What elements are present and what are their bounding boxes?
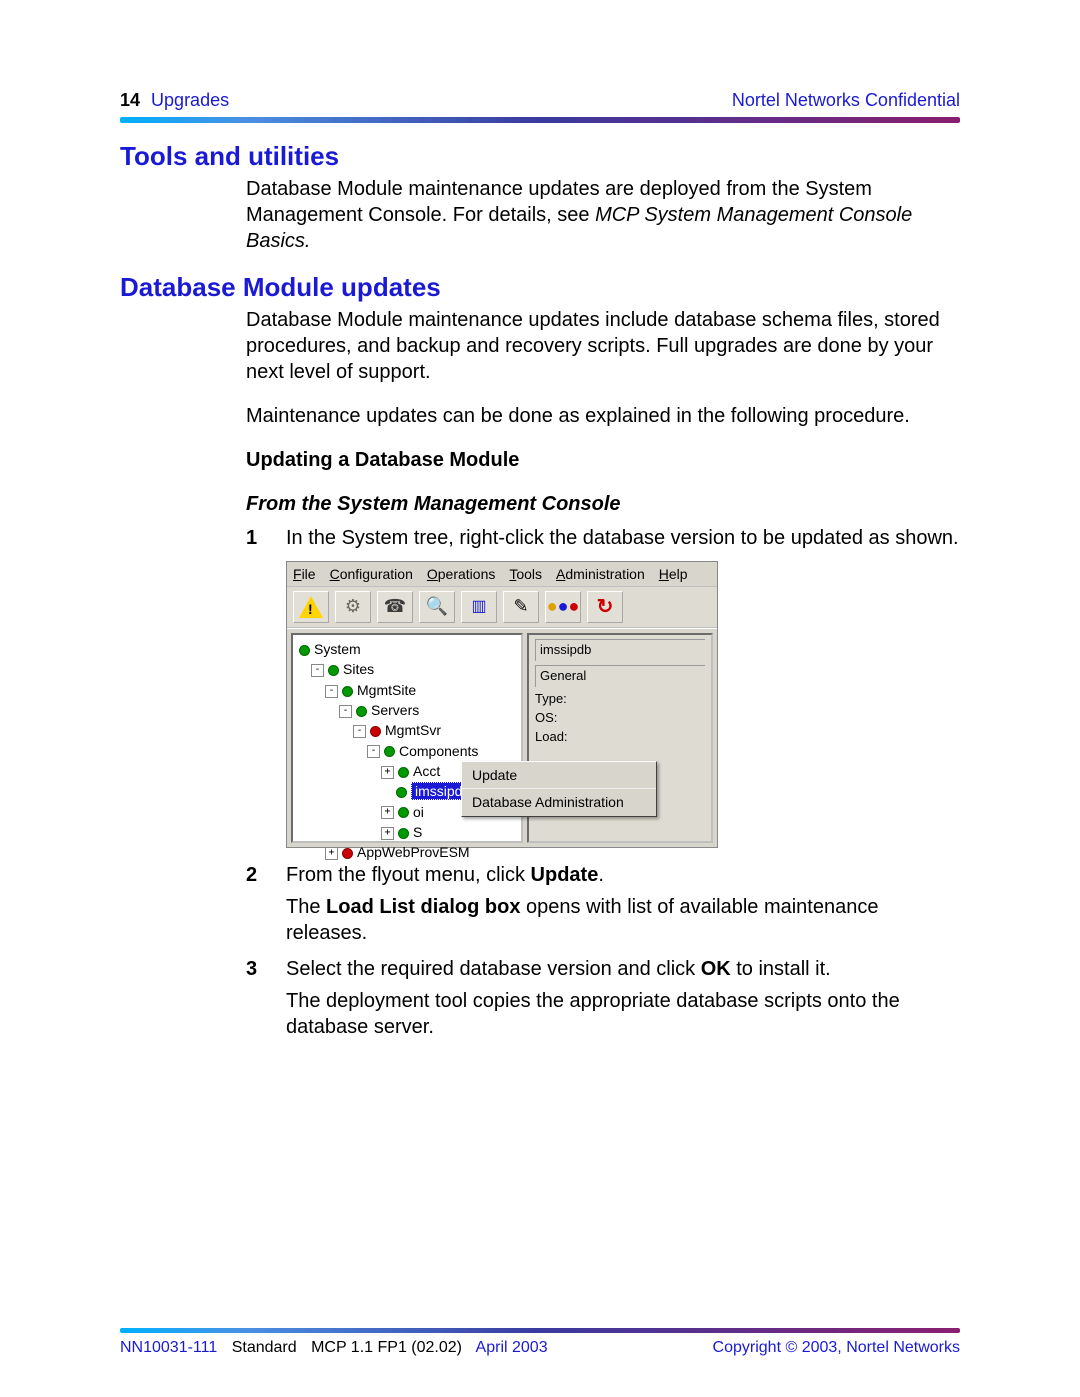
toolbar-network-icon[interactable]: ⚙ — [335, 591, 371, 623]
context-menu-dbadmin[interactable]: Database Administration — [462, 788, 656, 815]
status-icon — [299, 645, 310, 656]
toolbar-stats-icon[interactable]: ▥ — [461, 591, 497, 623]
subheading-from-console: From the System Management Console — [246, 491, 960, 517]
menu-help[interactable]: Help — [659, 565, 688, 583]
context-menu: Update Database Administration — [461, 761, 657, 817]
collapse-icon[interactable]: - — [367, 745, 380, 758]
collapse-icon[interactable]: - — [311, 664, 324, 677]
network-icon: ⚙ — [345, 595, 361, 618]
collapse-icon[interactable]: - — [339, 705, 352, 718]
collapse-icon[interactable]: - — [353, 725, 366, 738]
collapse-icon[interactable]: - — [325, 685, 338, 698]
search-icon: 🔍 — [426, 595, 448, 618]
refresh-icon: ↻ — [597, 594, 614, 620]
screenshot-console: File Configuration Operations Tools Admi… — [286, 561, 718, 848]
people-icon: ●●● — [547, 595, 580, 618]
menu-administration[interactable]: Administration — [556, 565, 645, 583]
footer-class: Standard — [232, 1339, 297, 1356]
tree-sites[interactable]: -Sites — [297, 659, 517, 679]
footer-release: MCP 1.1 FP1 (02.02) — [311, 1339, 462, 1356]
details-load: Load: — [535, 729, 705, 746]
footer-date: April 2003 — [476, 1339, 548, 1356]
tree-appweb[interactable]: +AppWebProvESM — [297, 842, 517, 862]
expand-icon[interactable]: + — [325, 847, 338, 860]
tree-s[interactable]: +S — [297, 822, 517, 842]
heading-tools: Tools and utilities — [120, 141, 960, 172]
section-name: Upgrades — [151, 90, 229, 110]
header-rule — [120, 117, 960, 123]
confidential-label: Nortel Networks Confidential — [732, 90, 960, 111]
bars-icon: ▥ — [471, 597, 486, 618]
menu-tools[interactable]: Tools — [509, 565, 542, 583]
context-menu-update[interactable]: Update — [462, 762, 656, 788]
phone-icon: ☎ — [384, 595, 406, 618]
expand-icon[interactable]: + — [381, 827, 394, 840]
menu-configuration[interactable]: Configuration — [330, 565, 413, 583]
details-group: General — [535, 665, 705, 687]
para-db-2: Maintenance updates can be done as expla… — [246, 403, 960, 429]
toolbar-refresh-icon[interactable]: ↻ — [587, 591, 623, 623]
footer-copyright: Copyright © 2003, Nortel Networks — [713, 1339, 960, 1357]
details-os: OS: — [535, 710, 705, 727]
menu-file[interactable]: File — [293, 565, 316, 583]
step-1: 1 In the System tree, right-click the da… — [246, 525, 960, 551]
tree-servers[interactable]: -Servers — [297, 700, 517, 720]
page-number: 14 — [120, 90, 140, 110]
tree-mgmtsite[interactable]: -MgmtSite — [297, 680, 517, 700]
toolbar-phone-icon[interactable]: ☎ — [377, 591, 413, 623]
menu-operations[interactable]: Operations — [427, 565, 495, 583]
subheading-updating: Updating a Database Module — [246, 447, 960, 473]
footer-rule — [120, 1328, 960, 1333]
warning-icon — [299, 596, 323, 618]
para-tools: Database Module maintenance updates are … — [246, 176, 960, 254]
toolbar-alert-icon[interactable] — [293, 591, 329, 623]
step-3: 3 Select the required database version a… — [246, 956, 960, 1040]
toolbar: ⚙ ☎ 🔍 ▥ ✎ ●●● ↻ — [287, 587, 717, 628]
para-db-1: Database Module maintenance updates incl… — [246, 307, 960, 385]
toolbar-search-icon[interactable]: 🔍 — [419, 591, 455, 623]
tree-pane[interactable]: System -Sites -MgmtSite -Servers -MgmtSv… — [291, 633, 523, 843]
expand-icon[interactable]: + — [381, 806, 394, 819]
heading-dbupdates: Database Module updates — [120, 272, 960, 303]
step-2: 2 From the flyout menu, click Update. Th… — [246, 862, 960, 946]
header-left: 14 Upgrades — [120, 90, 229, 111]
footer-docid: NN10031-111 — [120, 1339, 217, 1356]
details-title: imssipdb — [535, 639, 705, 661]
tree-components[interactable]: -Components — [297, 741, 517, 761]
footer: NN10031-111 Standard MCP 1.1 FP1 (02.02)… — [120, 1328, 960, 1357]
edit-icon: ✎ — [513, 595, 528, 618]
details-type: Type: — [535, 691, 705, 708]
toolbar-edit-icon[interactable]: ✎ — [503, 591, 539, 623]
tree-mgmtsvr[interactable]: -MgmtSvr — [297, 720, 517, 740]
tree-root[interactable]: System — [297, 639, 517, 659]
expand-icon[interactable]: + — [381, 766, 394, 779]
menubar: File Configuration Operations Tools Admi… — [287, 562, 717, 587]
toolbar-people-icon[interactable]: ●●● — [545, 591, 581, 623]
dbupdates-body: Database Module maintenance updates incl… — [246, 307, 960, 1040]
